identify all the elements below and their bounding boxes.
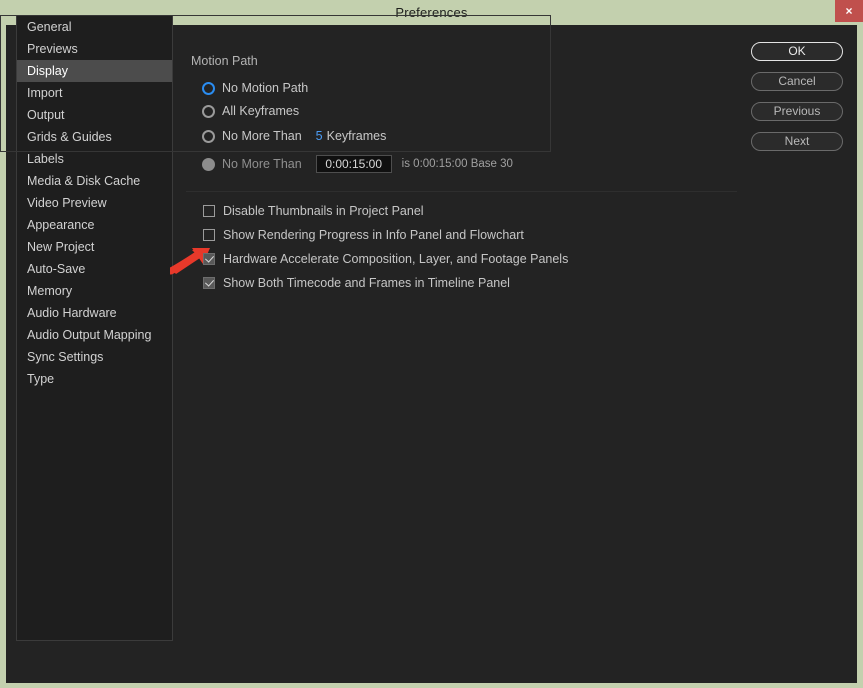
checkbox-checked-icon[interactable] xyxy=(203,277,215,289)
checkbox-unchecked-icon[interactable] xyxy=(203,205,215,217)
motion-path-legend: Motion Path xyxy=(186,54,264,68)
checkbox-label: Disable Thumbnails in Project Panel xyxy=(223,204,424,218)
checkbox-row[interactable]: Disable Thumbnails in Project Panel xyxy=(203,203,424,219)
radio-label: No Motion Path xyxy=(222,81,309,95)
checkbox-row[interactable]: Show Both Timecode and Frames in Timelin… xyxy=(203,275,510,291)
keyframe-count-value[interactable]: 5 xyxy=(316,129,323,143)
radio-label: No More Than xyxy=(222,129,302,143)
keyframe-count-suffix: Keyframes xyxy=(326,129,387,143)
checkbox-row[interactable]: Show Rendering Progress in Info Panel an… xyxy=(203,227,524,243)
sidebar-item-sync-settings[interactable]: Sync Settings xyxy=(17,346,172,368)
previous-button[interactable]: Previous xyxy=(751,102,843,121)
checkbox-row[interactable]: Hardware Accelerate Composition, Layer, … xyxy=(203,251,568,267)
radio-label: No More Than xyxy=(222,157,302,171)
sidebar-item-type[interactable]: Type xyxy=(17,368,172,390)
cancel-button[interactable]: Cancel xyxy=(751,72,843,91)
radio-all-keyframes[interactable]: All Keyframes xyxy=(202,102,299,120)
checkbox-label: Hardware Accelerate Composition, Layer, … xyxy=(223,252,569,266)
radio-no-motion-path[interactable]: No Motion Path xyxy=(202,79,308,97)
sidebar-item-video-preview[interactable]: Video Preview xyxy=(17,192,172,214)
sidebar-item-audio-output-mapping[interactable]: Audio Output Mapping xyxy=(17,324,172,346)
radio-no-more-than-keyframes[interactable]: No More Than 5 Keyframes xyxy=(202,127,386,145)
dialog-button-column[interactable]: OK Cancel Previous Next xyxy=(751,42,843,162)
checkbox-unchecked-icon[interactable] xyxy=(203,229,215,241)
timecode-suffix-label: is 0:00:15:00 Base 30 xyxy=(401,158,513,170)
sidebar-item-appearance[interactable]: Appearance xyxy=(17,214,172,236)
sidebar-item-audio-hardware[interactable]: Audio Hardware xyxy=(17,302,172,324)
sidebar-item-auto-save[interactable]: Auto-Save xyxy=(17,258,172,280)
sidebar-item-memory[interactable]: Memory xyxy=(17,280,172,302)
radio-indicator[interactable] xyxy=(202,104,215,118)
checkbox-label: Show Both Timecode and Frames in Timelin… xyxy=(223,276,510,290)
radio-no-more-than-duration[interactable]: No More Than is 0:00:15:00 Base 30 xyxy=(202,155,513,173)
radio-indicator[interactable] xyxy=(202,129,215,143)
sidebar-item-new-project[interactable]: New Project xyxy=(17,236,172,258)
close-icon[interactable]: × xyxy=(835,0,863,22)
section-divider xyxy=(186,191,737,192)
radio-indicator[interactable] xyxy=(202,157,215,171)
radio-indicator[interactable] xyxy=(202,81,215,95)
preferences-window: Preferences × General Previews Display Impo… xyxy=(0,0,863,688)
radio-label: All Keyframes xyxy=(222,104,300,118)
sidebar-item-media-disk-cache[interactable]: Media & Disk Cache xyxy=(17,170,172,192)
ok-button[interactable]: OK xyxy=(751,42,843,61)
checkbox-checked-icon[interactable] xyxy=(203,253,215,265)
next-button[interactable]: Next xyxy=(751,132,843,151)
duration-timecode-input[interactable] xyxy=(315,155,392,173)
checkbox-label: Show Rendering Progress in Info Panel an… xyxy=(223,228,524,242)
